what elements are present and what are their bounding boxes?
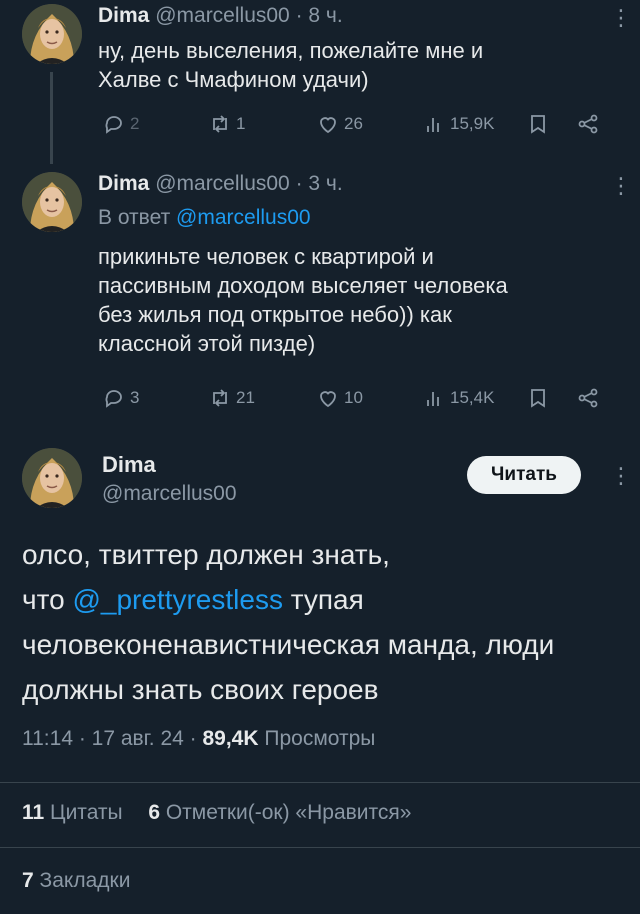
bookmark-icon: [531, 389, 545, 408]
reply-button[interactable]: 3: [102, 386, 139, 410]
quotes-label: Цитаты: [50, 801, 123, 824]
retweet-button[interactable]: 21: [208, 386, 255, 410]
main-text-line: что @_prettyrestless тупая: [22, 577, 622, 622]
tweet-text: ну, день выселения, пожелайте мне и Халв…: [98, 36, 608, 94]
reply-context: В ответ @marcellus00: [98, 206, 311, 230]
bookmarks-count: 7: [22, 869, 34, 892]
views-button[interactable]: 15,4K: [422, 386, 494, 410]
bookmark-icon: [531, 115, 545, 134]
main-text-line: человеконенавистническая манда, люди: [22, 629, 555, 660]
main-text-line: олсо, твиттер должен знать,: [22, 539, 390, 570]
reply-icon: [105, 116, 122, 134]
divider: [0, 782, 640, 783]
views-button[interactable]: 15,9K: [422, 112, 494, 136]
engagement-stats: 11 Цитаты 6 Отметки(-ок) «Нравится»: [22, 801, 411, 825]
reply-icon: [105, 390, 122, 408]
quotes-stat[interactable]: 11 Цитаты: [22, 801, 123, 824]
like-icon: [320, 117, 336, 134]
tweet-text: прикиньте человек с квартирой и пассивны…: [98, 242, 608, 358]
tweet-actions: 3 21 10 15,4K: [98, 386, 618, 416]
bookmark-button[interactable]: [526, 386, 550, 410]
tweet-text-line: прикиньте человек с квартирой и: [98, 244, 434, 269]
tweet-text-line: Халве с Чмафином удачи): [98, 67, 369, 92]
retweet-icon: [213, 389, 227, 407]
reply-target-link[interactable]: @marcellus00: [176, 206, 311, 229]
reply-button[interactable]: 2: [102, 112, 139, 136]
views-icon: [427, 118, 439, 132]
share-button[interactable]: [576, 386, 600, 410]
like-count: 26: [344, 114, 363, 133]
retweet-count: 1: [236, 114, 246, 133]
tweet-1[interactable]: Dima @marcellus00 · 8 ч. ⋮ ну, день высе…: [0, 0, 640, 164]
like-button[interactable]: 10: [316, 386, 363, 410]
reply-prefix: В ответ: [98, 206, 171, 229]
share-icon: [578, 388, 598, 408]
views-count: 89,4K: [202, 727, 259, 750]
author-handle[interactable]: @marcellus00: [155, 4, 290, 27]
author-name[interactable]: Dima: [102, 452, 156, 478]
likes-stat[interactable]: 6 Отметки(-ок) «Нравится»: [148, 801, 411, 824]
views-icon: [427, 392, 439, 406]
like-icon: [320, 391, 336, 408]
views-count: 15,9K: [450, 114, 495, 133]
bookmark-button[interactable]: [526, 112, 550, 136]
tweet-text-line: классной этой пизде): [98, 331, 316, 356]
retweet-button[interactable]: 1: [208, 112, 245, 136]
likes-label: Отметки(-ок) «Нравится»: [165, 801, 412, 824]
tweet-actions: 2 1 26 15,9K: [98, 112, 618, 142]
bookmarks-label: Закладки: [39, 869, 131, 892]
quotes-count: 11: [22, 801, 45, 824]
like-count: 10: [344, 388, 363, 407]
mention-link[interactable]: @_prettyrestless: [72, 584, 283, 615]
bookmarks-stat[interactable]: 7 Закладки: [22, 869, 130, 893]
tweet-time[interactable]: · 8 ч.: [296, 4, 343, 27]
share-button[interactable]: [576, 112, 600, 136]
divider: [0, 847, 640, 848]
tweet-text-line: без жилья под открытое небо)) как: [98, 302, 452, 327]
main-text-segment: что: [22, 584, 65, 615]
author-name[interactable]: Dima: [98, 172, 149, 195]
tweet-timestamp: 11:14 · 17 авг. 24 · 89,4K Просмотры: [22, 727, 375, 751]
likes-count: 6: [148, 801, 160, 824]
avatar[interactable]: [22, 4, 82, 64]
more-icon[interactable]: ⋮: [610, 7, 632, 29]
thread-line: [50, 72, 53, 164]
avatar[interactable]: [22, 448, 82, 508]
like-button[interactable]: 26: [316, 112, 363, 136]
reply-count: 3: [130, 388, 140, 407]
follow-button[interactable]: Читать: [467, 456, 581, 494]
tweet-meta: Dima @marcellus00 · 3 ч.: [98, 172, 343, 196]
author-name[interactable]: Dima: [98, 4, 149, 27]
main-text-line: должны знать своих героев: [22, 674, 379, 705]
author-handle[interactable]: @marcellus00: [102, 482, 237, 506]
avatar[interactable]: [22, 172, 82, 232]
reply-count: 2: [130, 114, 140, 133]
tweet-time[interactable]: · 3 ч.: [296, 172, 343, 195]
views-count: 15,4K: [450, 388, 495, 407]
tweet-text-line: ну, день выселения, пожелайте мне и: [98, 38, 484, 63]
author-handle[interactable]: @marcellus00: [155, 172, 290, 195]
tweet-meta: Dima @marcellus00 · 8 ч.: [98, 4, 343, 28]
tweet-text-line: пассивным доходом выселяет человека: [98, 273, 508, 298]
share-icon: [578, 114, 598, 134]
retweet-count: 21: [236, 388, 255, 407]
retweet-icon: [213, 115, 227, 133]
more-icon[interactable]: ⋮: [610, 465, 632, 487]
tweet-2[interactable]: Dima @marcellus00 · 3 ч. ⋮ В ответ @marc…: [0, 164, 640, 428]
more-icon[interactable]: ⋮: [610, 175, 632, 197]
views-label: Просмотры: [264, 727, 376, 750]
time-date[interactable]: 11:14 · 17 авг. 24 ·: [22, 727, 197, 750]
main-text-segment: тупая: [290, 584, 364, 615]
main-tweet-text: олсо, твиттер должен знать, что @_pretty…: [22, 532, 622, 712]
